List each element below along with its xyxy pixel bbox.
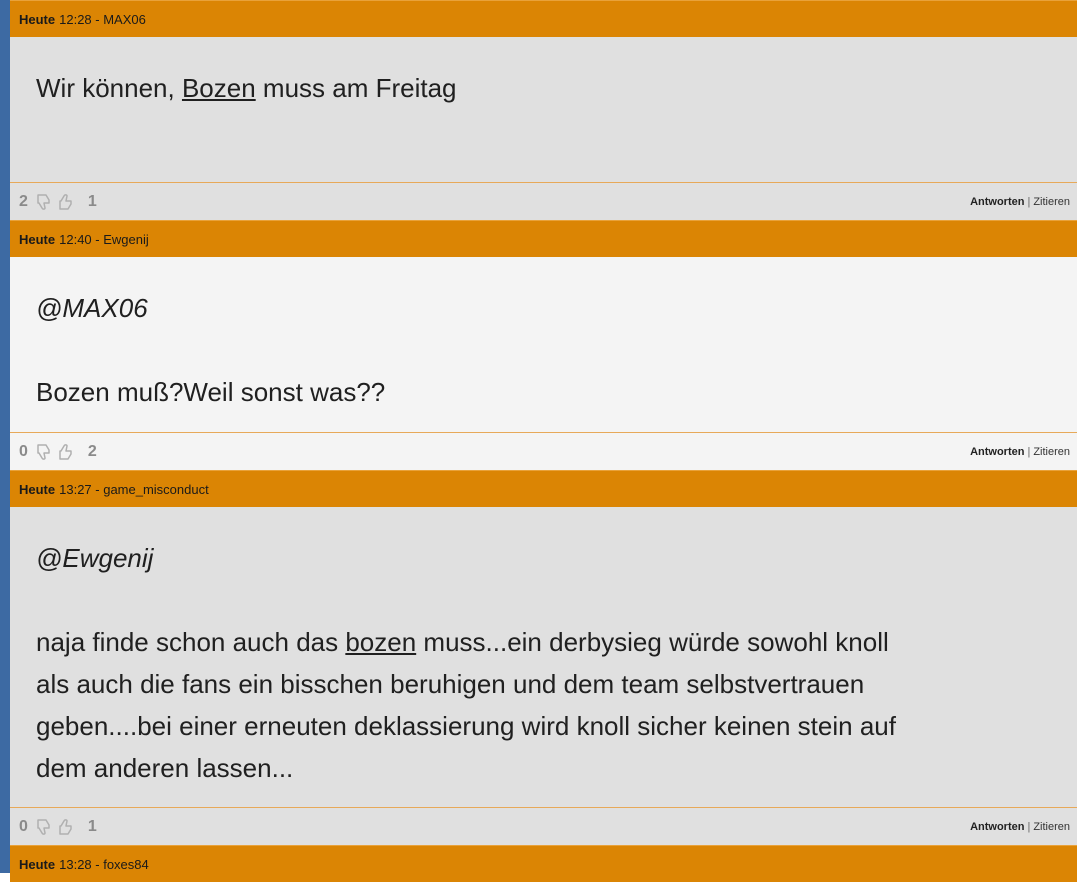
post-footer: 2 1 Antworten | Zitieren — [10, 183, 1077, 220]
thumbs-down-icon[interactable] — [35, 442, 55, 462]
post-text: Bozen muß?Weil sonst was?? — [36, 377, 386, 407]
mention[interactable]: @Ewgenij — [36, 537, 1051, 579]
topic-link[interactable]: Bozen — [182, 73, 256, 103]
post-body: @Ewgenij naja finde schon auch das bozen… — [10, 507, 1077, 808]
left-accent-strip — [0, 0, 10, 873]
post-text-part: Wir können, — [36, 73, 182, 103]
post-body: Wir können, Bozen muss am Freitag — [10, 37, 1077, 183]
topic-link[interactable]: bozen — [345, 627, 416, 657]
post-header: Heute 13:27 - game_misconduct — [10, 470, 1077, 507]
post-day: Heute — [19, 481, 56, 497]
post-body: @MAX06 Bozen muß?Weil sonst was?? — [10, 257, 1077, 433]
thumbs-up-icon[interactable] — [57, 192, 77, 212]
post-day: Heute — [19, 231, 56, 247]
action-separator: | — [1027, 820, 1031, 833]
upvote-count: 1 — [87, 192, 97, 210]
vote-box: 0 1 — [19, 817, 97, 837]
post-actions: Antworten | Zitieren — [970, 821, 1070, 833]
post-meta: 12:40 - Ewgenij — [59, 231, 149, 247]
post-day: Heute — [19, 11, 56, 27]
quote-button[interactable]: Zitieren — [1033, 196, 1070, 208]
thumbs-up-icon[interactable] — [57, 817, 77, 837]
reply-button[interactable]: Antworten — [970, 821, 1024, 833]
post-header: Heute 12:28 - MAX06 — [10, 0, 1077, 37]
post-header: Heute 12:40 - Ewgenij — [10, 220, 1077, 257]
post-text-part: naja finde schon auch das — [36, 627, 346, 657]
post-text-line: geben....bei einer erneuten deklassierun… — [36, 711, 896, 741]
thumbs-up-icon[interactable] — [57, 442, 77, 462]
post-text: naja finde schon auch das bozen muss...e… — [36, 621, 1051, 789]
post-header: Heute 13:28 - foxes84 — [10, 845, 1077, 882]
vote-box: 0 2 — [19, 442, 97, 462]
upvote-count: 1 — [87, 817, 97, 835]
reply-button[interactable]: Antworten — [970, 196, 1024, 208]
post-meta: 13:28 - foxes84 — [59, 856, 149, 872]
comment-feed: Heute 12:28 - MAX06 Wir können, Bozen mu… — [10, 0, 1077, 882]
post-day: Heute — [19, 856, 56, 872]
post-footer: 0 2 Antworten | Zitieren — [10, 433, 1077, 470]
post-footer: 0 1 Antworten | Zitieren — [10, 808, 1077, 845]
post-actions: Antworten | Zitieren — [970, 196, 1070, 208]
post-text-line: dem anderen lassen... — [36, 753, 294, 783]
quote-button[interactable]: Zitieren — [1033, 446, 1070, 458]
vote-box: 2 1 — [19, 192, 97, 212]
downvote-count: 0 — [19, 442, 28, 460]
post-text-part: muss am Freitag — [255, 73, 457, 103]
post-text-line: als auch die fans ein bisschen beruhigen… — [36, 669, 865, 699]
downvote-count: 2 — [19, 192, 28, 210]
reply-button[interactable]: Antworten — [970, 446, 1024, 458]
post-text-part: muss...ein derbysieg würde sowohl knoll — [416, 627, 889, 657]
upvote-count: 2 — [87, 442, 97, 460]
quote-button[interactable]: Zitieren — [1033, 821, 1070, 833]
post-meta: 12:28 - MAX06 — [59, 11, 146, 27]
post-text: Wir können, Bozen muss am Freitag — [36, 67, 1051, 109]
action-separator: | — [1027, 445, 1031, 458]
thumbs-down-icon[interactable] — [35, 817, 55, 837]
post-meta: 13:27 - game_misconduct — [59, 481, 209, 497]
downvote-count: 0 — [19, 817, 28, 835]
post-actions: Antworten | Zitieren — [970, 446, 1070, 458]
action-separator: | — [1027, 195, 1031, 208]
mention[interactable]: @MAX06 — [36, 287, 1051, 329]
thumbs-down-icon[interactable] — [35, 192, 55, 212]
